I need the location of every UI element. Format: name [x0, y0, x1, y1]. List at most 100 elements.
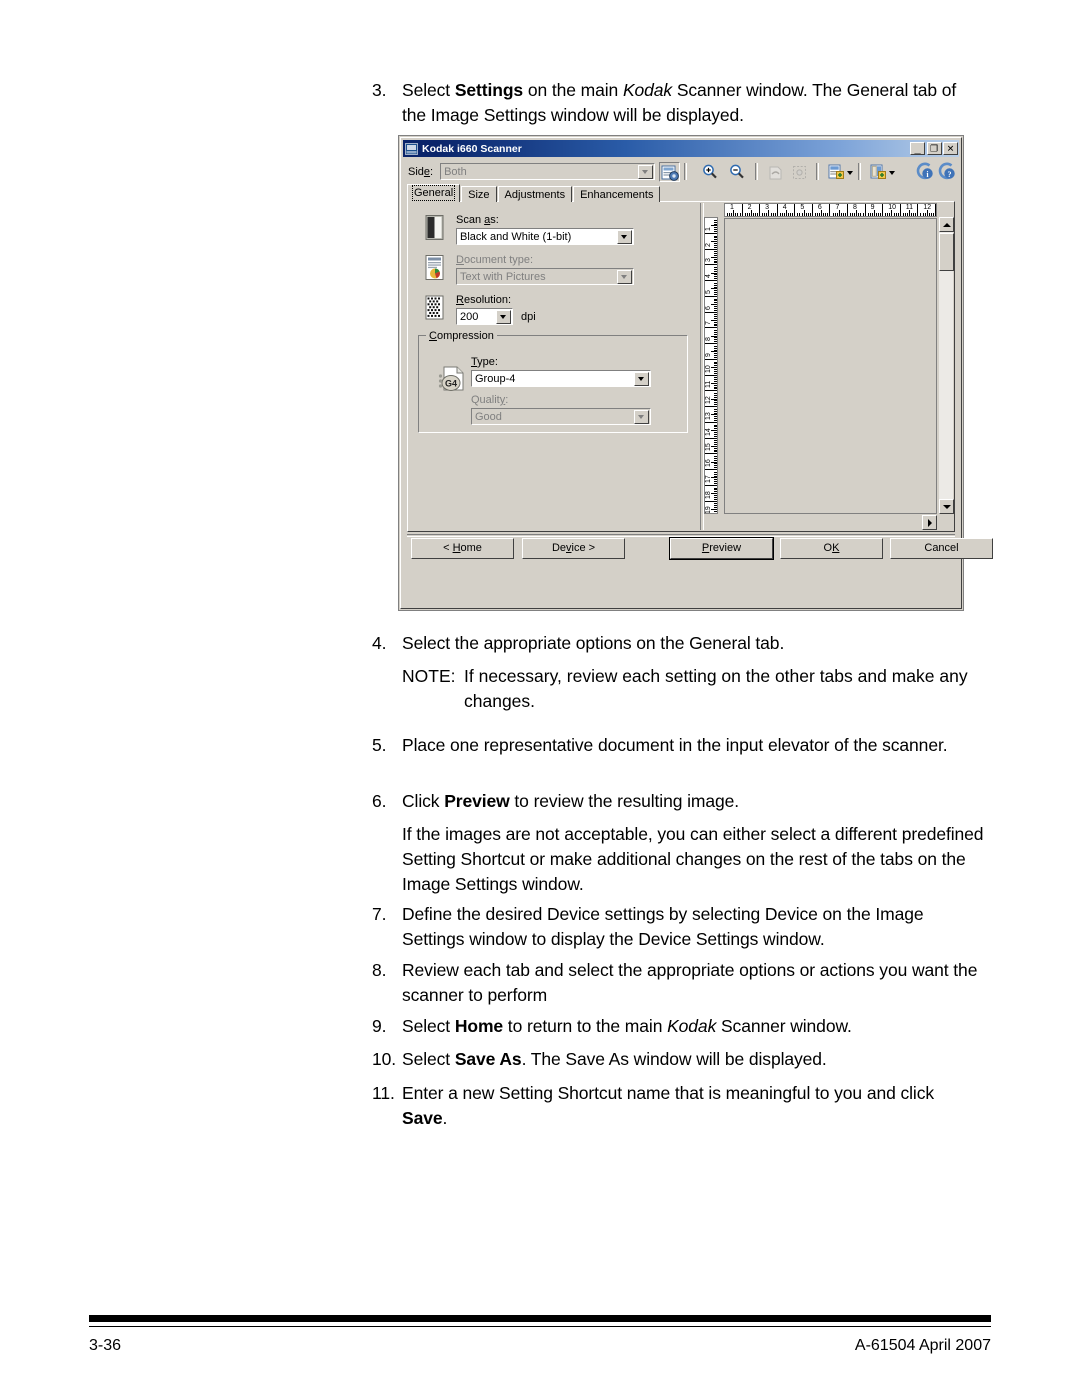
ruler-v-ticks	[705, 313, 717, 328]
ruler-h-segment: 2	[743, 204, 761, 216]
chevron-down-icon[interactable]	[637, 164, 653, 179]
ruler-v-ticks	[705, 454, 717, 469]
info-icon[interactable]: i	[915, 162, 936, 182]
vertical-scroll-thumb[interactable]	[939, 233, 954, 271]
ruler-v-ticks	[705, 391, 717, 406]
cancel-button[interactable]: Cancel	[890, 538, 993, 559]
settings-panel: Scan as: Black and White (1-bit) Documen…	[407, 201, 955, 532]
ruler-h-segment: 1	[725, 204, 743, 216]
settings-tabs[interactable]: General Size Adjustments Enhancements	[407, 184, 661, 202]
ruler-v-ticks	[705, 328, 717, 343]
toolbar-separator-1	[684, 163, 688, 180]
maximize-icon: ❐	[929, 143, 939, 153]
ruler-v-ticks	[705, 218, 717, 233]
step-10-number: 10.	[372, 1049, 397, 1069]
ruler-v-ticks	[705, 360, 717, 375]
step-5-number: 5.	[372, 735, 387, 755]
chevron-down-icon[interactable]	[633, 371, 649, 386]
scroll-right-icon[interactable]	[922, 515, 937, 530]
rotate-icon[interactable]	[765, 162, 786, 182]
tab-size-label: Size	[468, 189, 490, 201]
compression-quality-field: Quality: Good	[471, 394, 651, 425]
ruler-v-ticks	[705, 265, 717, 280]
ruler-h-ticks	[778, 204, 795, 216]
maximize-button[interactable]: ❐	[926, 142, 942, 155]
compression-quality-select[interactable]: Good	[471, 408, 651, 425]
tab-enhancements[interactable]: Enhancements	[573, 186, 661, 202]
preview-horizontal-scrollbar[interactable]	[724, 515, 937, 530]
ruler-h-segment: 4	[778, 204, 796, 216]
compression-group-label: Compression	[426, 330, 497, 342]
zoom-out-icon[interactable]	[726, 162, 747, 182]
ruler-v-ticks	[705, 407, 717, 422]
chevron-down-icon[interactable]	[616, 229, 632, 244]
minimize-icon: _	[914, 143, 921, 156]
device-button[interactable]: Device >	[522, 538, 625, 559]
footer-rule-thick	[89, 1315, 991, 1322]
window-titlebar[interactable]: Kodak i660 Scanner _ ❐ ✕	[403, 140, 959, 157]
preview-button[interactable]: Preview	[670, 538, 773, 559]
scan-as-select[interactable]: Black and White (1-bit)	[456, 228, 634, 245]
tab-general[interactable]: General	[407, 184, 461, 202]
compression-type-value: Group-4	[475, 372, 516, 385]
ruler-v-ticks	[705, 486, 717, 501]
preview-canvas[interactable]	[724, 218, 937, 514]
step-8: 8. Review each tab and select the approp…	[372, 958, 982, 1008]
chevron-down-icon[interactable]	[633, 409, 649, 424]
ruler-h-segment: 8	[848, 204, 866, 216]
footer-doc-id: A-61504 April 2007	[854, 1337, 991, 1354]
ruler-v-segment: 10	[705, 360, 717, 376]
help-icon[interactable]: ?	[937, 162, 958, 182]
ruler-v-ticks	[705, 281, 717, 296]
ruler-h-ticks	[918, 204, 935, 216]
tab-size[interactable]: Size	[461, 186, 497, 202]
tab-adjustments[interactable]: Adjustments	[497, 186, 573, 202]
step-3-number: 3.	[372, 80, 387, 100]
chevron-down-icon[interactable]	[495, 309, 511, 324]
select-region-icon[interactable]	[789, 162, 810, 182]
toolbar-separator-2	[755, 163, 759, 180]
step-11-text: Enter a new Setting Shortcut name that i…	[402, 1083, 935, 1128]
ruler-h-segment: 12	[918, 204, 936, 216]
scanner-icon	[405, 142, 418, 155]
preview-pane[interactable]: 1 2 3 4 5 6 7 8 9 10 11 12 1 2 3 4 5 6 7 8 9 10 11 12 13 14 15 16 1…	[704, 203, 954, 530]
image-two-icon[interactable]	[869, 162, 890, 182]
ruler-v-ticks	[705, 344, 717, 359]
note-label: NOTE:	[402, 666, 456, 686]
minimize-button[interactable]: _	[910, 142, 925, 155]
compression-type-select[interactable]: Group-4	[471, 370, 651, 387]
compression-quality-label: Quality:	[471, 394, 509, 406]
ruler-v-segment: 8	[705, 328, 717, 344]
ruler-h-ticks	[901, 204, 918, 216]
dialog-toolbar[interactable]: Side: Both i ?	[404, 159, 958, 184]
ruler-v-segment: 5	[705, 281, 717, 297]
general-tab-content: Scan as: Black and White (1-bit) Documen…	[408, 202, 699, 531]
resolution-select[interactable]: 200	[456, 308, 513, 325]
scan-as-field: Scan as: Black and White (1-bit)	[456, 214, 637, 245]
document-type-select[interactable]: Text with Pictures	[456, 268, 634, 285]
chevron-down-icon[interactable]	[616, 269, 632, 284]
scan-as-row: Scan as: Black and White (1-bit)	[422, 214, 637, 245]
ruler-v-segment: 11	[705, 376, 717, 392]
ruler-v-segment: 4	[705, 265, 717, 281]
home-button[interactable]: < Home	[411, 538, 514, 559]
svg-text:G4: G4	[445, 379, 457, 389]
image-settings-window[interactable]: Kodak i660 Scanner _ ❐ ✕ Side: Both i ? …	[399, 136, 993, 610]
side-select[interactable]: Both	[440, 163, 656, 180]
scroll-up-icon[interactable]	[939, 217, 954, 232]
dialog-button-bar[interactable]: < Home Device > Preview OK Cancel	[407, 538, 993, 560]
tab-enhancements-label: Enhancements	[580, 189, 654, 201]
ruler-v-segment: 1	[705, 218, 717, 234]
ok-button[interactable]: OK	[780, 538, 883, 559]
image-one-icon[interactable]	[827, 162, 848, 182]
ruler-v-segment: 14	[705, 423, 717, 439]
settings-shortcut-icon[interactable]	[659, 161, 681, 182]
close-button[interactable]: ✕	[943, 142, 958, 155]
ruler-h-ticks	[760, 204, 777, 216]
ruler-h-ticks	[795, 204, 812, 216]
preview-vertical-scrollbar[interactable]	[938, 217, 954, 514]
zoom-in-icon[interactable]	[699, 162, 720, 182]
window-controls[interactable]: _ ❐ ✕	[910, 142, 958, 155]
ruler-h-ticks	[813, 204, 830, 216]
scroll-down-icon[interactable]	[939, 499, 954, 514]
